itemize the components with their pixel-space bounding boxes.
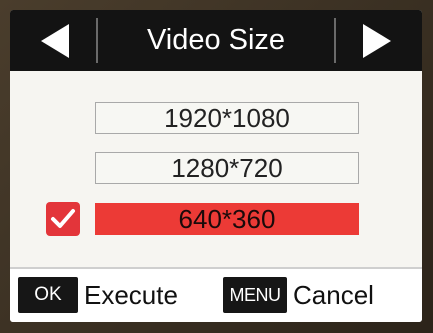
lcd-screen: Video Size 1920*1080 1280*720 640*360 OK… — [10, 10, 422, 322]
ok-key-badge[interactable]: OK — [18, 277, 78, 313]
title-bar: Video Size — [10, 10, 422, 71]
header-divider-left — [96, 18, 98, 63]
footer-bar: OK Execute MENU Cancel — [10, 267, 422, 322]
selected-checkbox[interactable] — [46, 202, 80, 236]
next-page-button[interactable] — [344, 18, 410, 63]
execute-label: Execute — [84, 280, 178, 310]
triangle-right-icon — [363, 23, 391, 58]
menu-key-badge[interactable]: MENU — [223, 277, 287, 313]
page-title: Video Size — [146, 24, 286, 56]
triangle-left-icon — [41, 23, 69, 58]
option-1920x1080[interactable]: 1920*1080 — [95, 102, 359, 134]
option-1280x720[interactable]: 1280*720 — [95, 152, 359, 184]
option-640x360[interactable]: 640*360 — [95, 203, 359, 235]
cancel-label: Cancel — [293, 280, 374, 310]
checkmark-icon — [51, 209, 75, 228]
header-divider-right — [334, 18, 336, 63]
prev-page-button[interactable] — [22, 18, 88, 63]
camera-device: Video Size 1920*1080 1280*720 640*360 OK… — [0, 0, 433, 333]
